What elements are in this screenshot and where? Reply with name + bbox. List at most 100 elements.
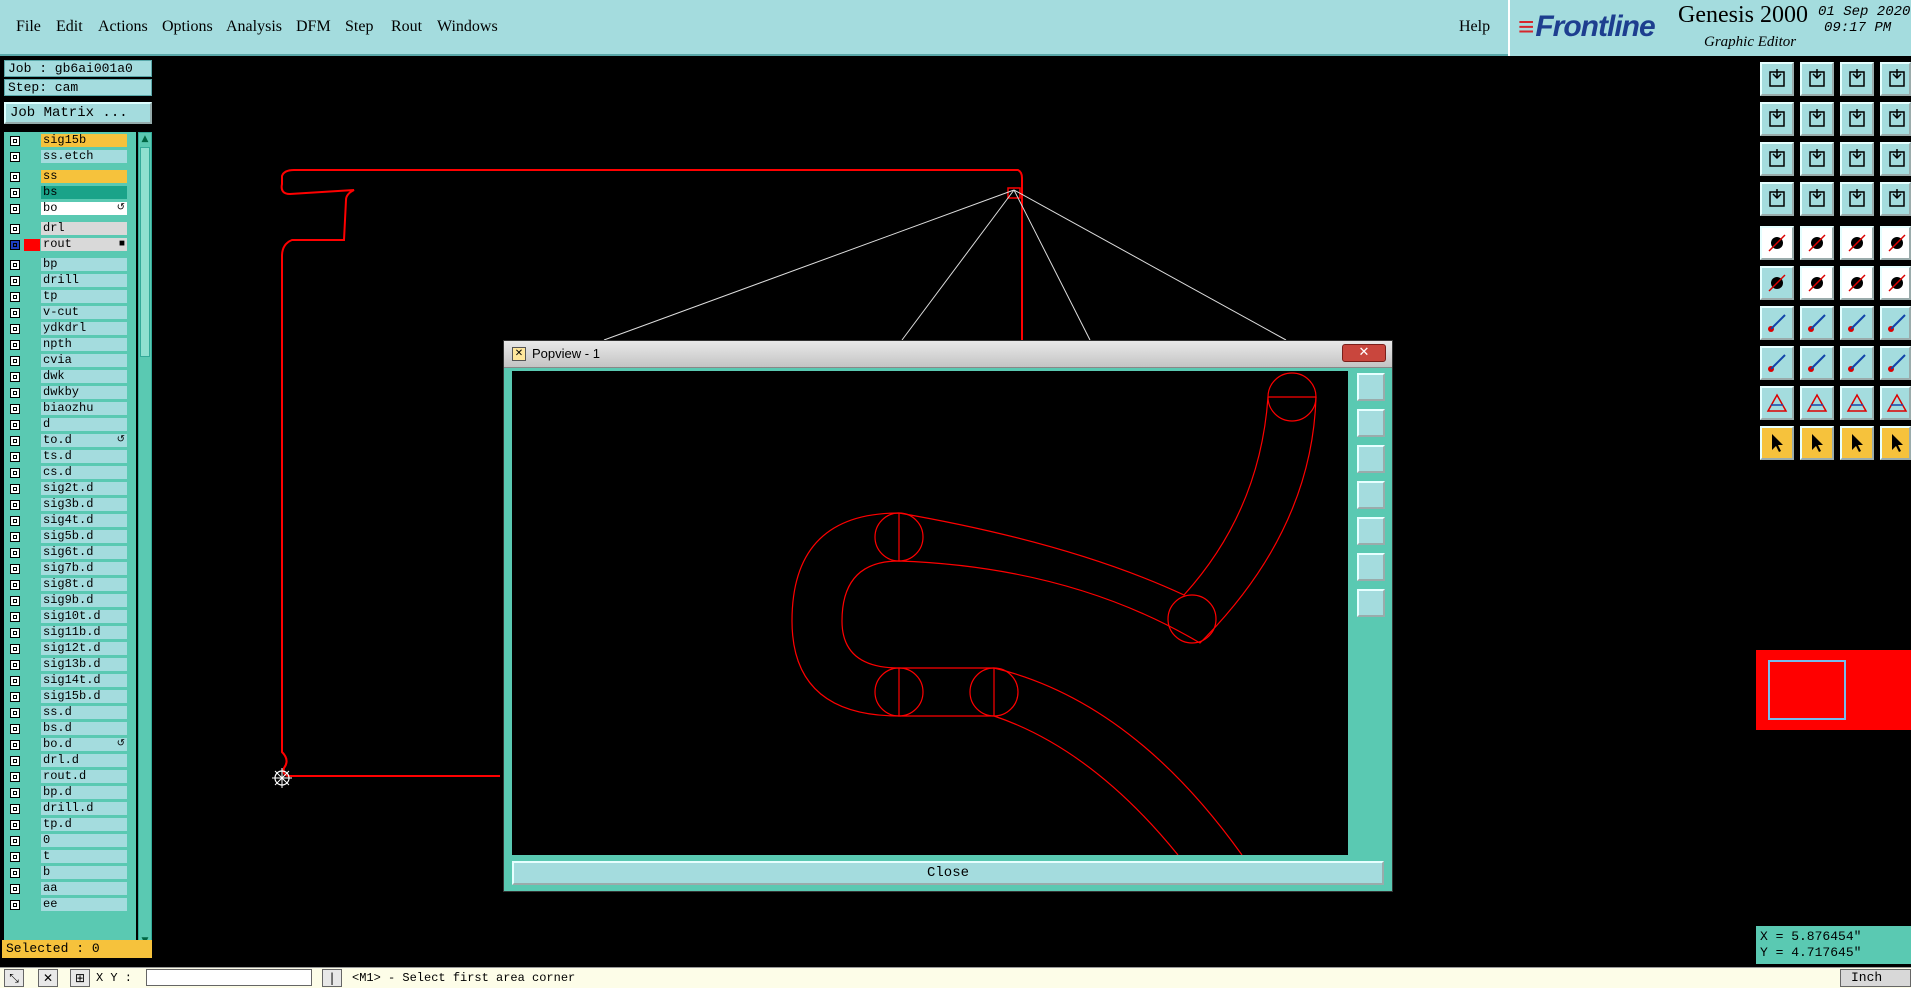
panel-icon[interactable] bbox=[1880, 62, 1911, 96]
layer-checkbox[interactable] bbox=[10, 452, 20, 462]
layer-row[interactable]: rout.d bbox=[4, 770, 136, 784]
layer-checkbox[interactable] bbox=[10, 276, 20, 286]
layer-row[interactable]: b bbox=[4, 866, 136, 880]
layer-checkbox[interactable] bbox=[10, 224, 20, 234]
layer-checkbox[interactable] bbox=[10, 884, 20, 894]
layer-checkbox[interactable] bbox=[10, 580, 20, 590]
layer-checkbox[interactable] bbox=[10, 772, 20, 782]
layer-row[interactable]: biaozhu bbox=[4, 402, 136, 416]
layer-checkbox[interactable] bbox=[10, 356, 20, 366]
layer-row[interactable]: bo.d ↺ bbox=[4, 738, 136, 752]
layer-checkbox[interactable] bbox=[10, 612, 20, 622]
dot-icon[interactable] bbox=[1880, 226, 1911, 260]
layer-row[interactable]: sig15b bbox=[4, 134, 136, 148]
layer-checkbox[interactable] bbox=[10, 484, 20, 494]
close-icon[interactable]: ✕ bbox=[1342, 344, 1386, 362]
menu-analysis[interactable]: Analysis bbox=[226, 18, 282, 36]
unit-selector[interactable]: Inch bbox=[1840, 969, 1911, 987]
menu-actions[interactable]: Actions bbox=[98, 18, 148, 36]
layer-checkbox[interactable] bbox=[10, 820, 20, 830]
layer-checkbox[interactable] bbox=[10, 516, 20, 526]
layer-row[interactable]: drl.d bbox=[4, 754, 136, 768]
layer-checkbox[interactable] bbox=[10, 324, 20, 334]
layer-row[interactable]: sig13b.d bbox=[4, 658, 136, 672]
snap-point-icon[interactable] bbox=[1760, 346, 1794, 380]
pad-icon[interactable] bbox=[1760, 226, 1794, 260]
zoom-center-icon[interactable] bbox=[1800, 142, 1834, 176]
layer-checkbox[interactable] bbox=[10, 468, 20, 478]
pan-left-icon[interactable] bbox=[1760, 102, 1794, 136]
layer-row[interactable]: sig2t.d bbox=[4, 482, 136, 496]
menu-options[interactable]: Options bbox=[162, 18, 213, 36]
layer-row[interactable]: ss bbox=[4, 170, 136, 184]
layer-checkbox[interactable] bbox=[10, 204, 20, 214]
layer-row[interactable]: cvia bbox=[4, 354, 136, 368]
line-icon[interactable] bbox=[1800, 226, 1834, 260]
layer-row[interactable]: ydkdrl bbox=[4, 322, 136, 336]
layer-checkbox[interactable] bbox=[10, 136, 20, 146]
layer-checkbox[interactable] bbox=[10, 836, 20, 846]
text-icon[interactable] bbox=[1880, 306, 1911, 340]
layer-row[interactable]: ee bbox=[4, 898, 136, 912]
feature-filter-icon[interactable] bbox=[1760, 182, 1794, 216]
layer-row[interactable]: sig8t.d bbox=[4, 578, 136, 592]
zoom-in-icon[interactable] bbox=[1357, 553, 1385, 581]
layer-checkbox[interactable] bbox=[10, 868, 20, 878]
popview-titlebar[interactable]: ✕ Popview - 1 ✕ bbox=[504, 341, 1392, 368]
layer-checkbox[interactable] bbox=[10, 900, 20, 910]
scale-icon[interactable] bbox=[1840, 142, 1874, 176]
layer-checkbox[interactable] bbox=[10, 308, 20, 318]
layer-row[interactable]: drl bbox=[4, 222, 136, 236]
layer-row[interactable]: bo ↺ bbox=[4, 202, 136, 216]
menu-file[interactable]: File bbox=[16, 18, 41, 36]
layer-checkbox[interactable] bbox=[10, 660, 20, 670]
layer-checkbox[interactable] bbox=[10, 596, 20, 606]
add-step-icon[interactable] bbox=[1760, 62, 1794, 96]
menu-rout[interactable]: Rout bbox=[391, 18, 422, 36]
layer-row[interactable]: bp bbox=[4, 258, 136, 272]
cross-node-icon[interactable] bbox=[1800, 266, 1834, 300]
segment-icon[interactable] bbox=[1800, 346, 1834, 380]
layer-row[interactable]: ss.etch bbox=[4, 150, 136, 164]
arc-point-icon[interactable] bbox=[1880, 266, 1911, 300]
layer-list-scrollbar[interactable]: ▲ ▼ bbox=[138, 132, 152, 950]
layer-row[interactable]: sig4t.d bbox=[4, 514, 136, 528]
triangle-b-icon[interactable] bbox=[1840, 386, 1874, 420]
layer-row[interactable]: bs bbox=[4, 186, 136, 200]
layer-row[interactable]: sig5b.d bbox=[4, 530, 136, 544]
layer-row[interactable]: dwkby bbox=[4, 386, 136, 400]
layer-checkbox[interactable] bbox=[10, 240, 20, 250]
layer-row[interactable]: rout ■ bbox=[4, 238, 136, 252]
layer-row[interactable]: sig12t.d bbox=[4, 642, 136, 656]
layer-row[interactable]: sig9b.d bbox=[4, 594, 136, 608]
layer-row[interactable]: sig3b.d bbox=[4, 498, 136, 512]
layer-checkbox[interactable] bbox=[10, 756, 20, 766]
menu-edit[interactable]: Edit bbox=[56, 18, 83, 36]
menu-windows[interactable]: Windows bbox=[437, 18, 498, 36]
layer-row[interactable]: 0 bbox=[4, 834, 136, 848]
layer-checkbox[interactable] bbox=[10, 708, 20, 718]
layer-row[interactable]: drill bbox=[4, 274, 136, 288]
overview-map[interactable] bbox=[1756, 650, 1911, 730]
grid-icon[interactable]: ⊞ bbox=[70, 969, 90, 987]
layer-row[interactable]: sig10t.d bbox=[4, 610, 136, 624]
home-icon[interactable] bbox=[1840, 62, 1874, 96]
layer-checkbox[interactable] bbox=[10, 420, 20, 430]
layer-row[interactable]: drill.d bbox=[4, 802, 136, 816]
layer-checkbox[interactable] bbox=[10, 172, 20, 182]
pan-down-icon[interactable] bbox=[1357, 445, 1385, 473]
layer-checkbox[interactable] bbox=[10, 372, 20, 382]
layer-checkbox[interactable] bbox=[10, 340, 20, 350]
layer-checkbox[interactable] bbox=[10, 740, 20, 750]
layer-row[interactable]: t bbox=[4, 850, 136, 864]
snap-icon[interactable]: ⤡ bbox=[4, 969, 24, 987]
menu-dfm[interactable]: DFM bbox=[296, 18, 331, 36]
layer-row[interactable]: cs.d bbox=[4, 466, 136, 480]
menu-step[interactable]: Step bbox=[345, 18, 373, 36]
layer-checkbox[interactable] bbox=[10, 628, 20, 638]
layer-checkbox[interactable] bbox=[10, 564, 20, 574]
job-matrix-button[interactable]: Job Matrix ... bbox=[4, 102, 152, 124]
layer-row[interactable]: sig11b.d bbox=[4, 626, 136, 640]
triangle-c-icon[interactable] bbox=[1880, 386, 1911, 420]
layer-row[interactable]: v-cut bbox=[4, 306, 136, 320]
